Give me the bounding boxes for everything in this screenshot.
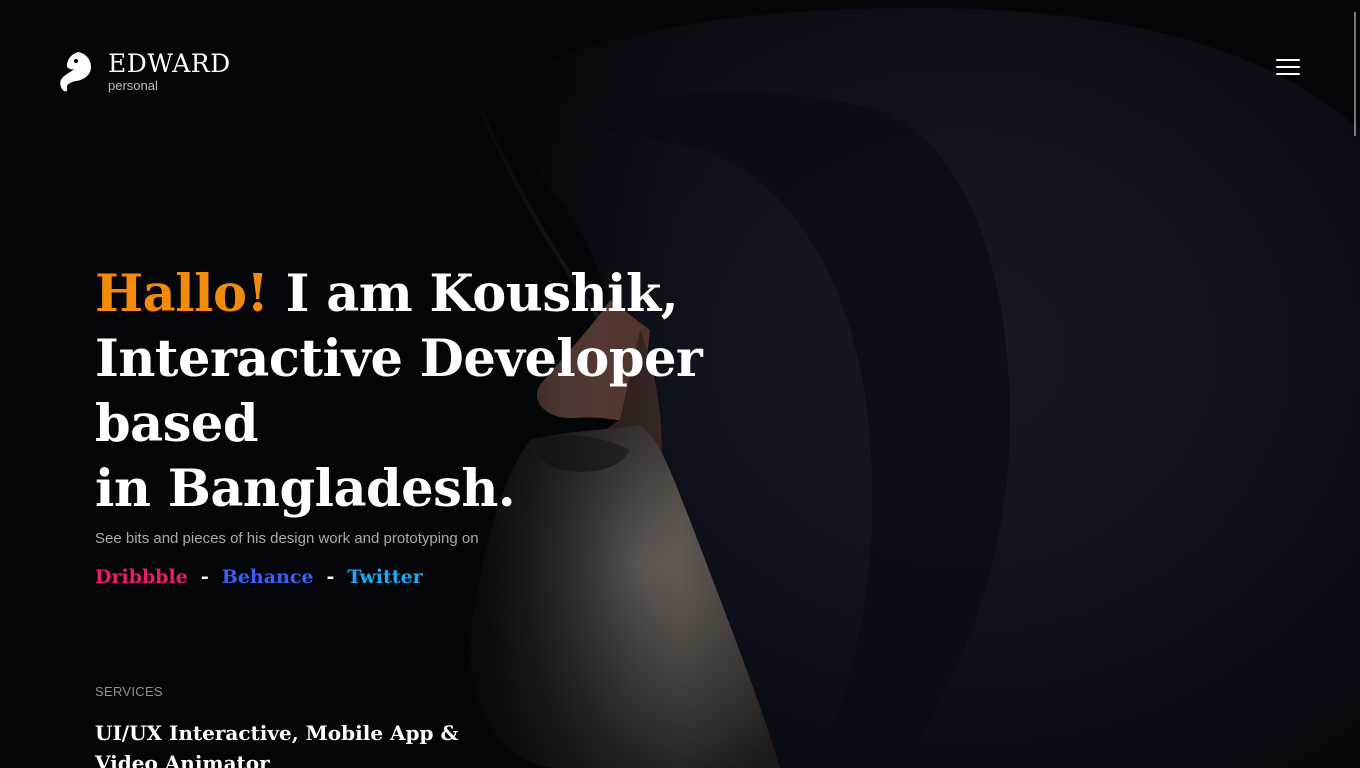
page: EDWARD personal Hallo! I am Koushik, Int… <box>0 0 1360 768</box>
services-label: SERVICES <box>95 684 163 699</box>
services-text: UI/UX Interactive, Mobile App & Video An… <box>95 721 459 768</box>
separator: - <box>200 566 209 588</box>
brand-logo[interactable]: EDWARD personal <box>58 50 231 94</box>
hero-greeting: Hallo! <box>95 264 269 324</box>
social-links: Dribbble - Behance - Twitter <box>95 566 423 588</box>
behance-link[interactable]: Behance <box>222 566 314 588</box>
hero-line1: I am Koushik, <box>268 264 679 324</box>
hamburger-menu-icon[interactable] <box>1274 56 1302 78</box>
brand-subtitle: personal <box>108 78 158 93</box>
twitter-link[interactable]: Twitter <box>347 566 422 588</box>
hero-headline: Hallo! I am Koushik, Interactive Develop… <box>95 262 875 522</box>
scroll-indicator[interactable] <box>1354 12 1356 136</box>
brand-name: EDWARD <box>108 49 231 78</box>
hero-line2: Interactive Developer based <box>95 329 703 454</box>
brand-text: EDWARD personal <box>108 50 231 94</box>
separator: - <box>326 566 335 588</box>
horse-head-icon <box>60 52 91 92</box>
hero-line3: in Bangladesh. <box>95 459 516 519</box>
dribbble-link[interactable]: Dribbble <box>95 566 188 588</box>
hero-intro: See bits and pieces of his design work a… <box>95 530 479 547</box>
